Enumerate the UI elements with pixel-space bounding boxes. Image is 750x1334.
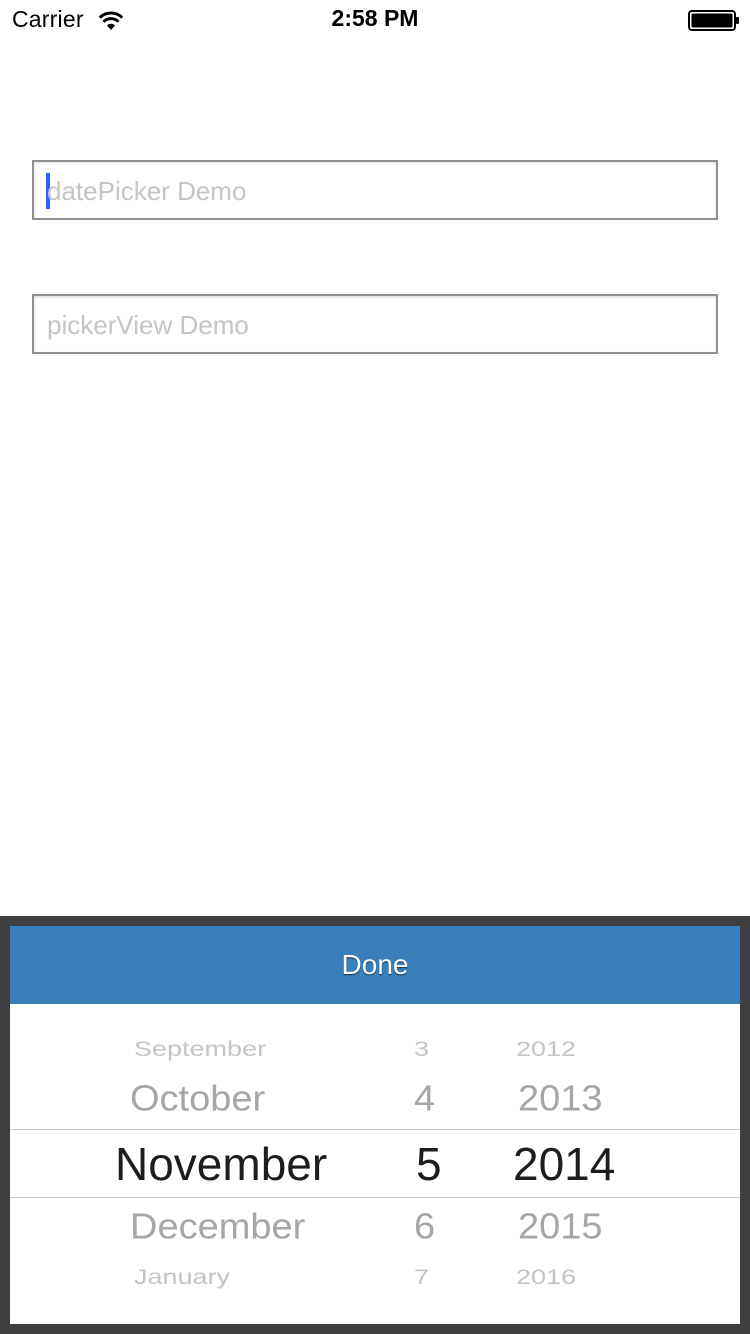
year-row[interactable]: 2012 [516,1037,576,1061]
month-row[interactable]: January [134,1265,230,1289]
year-wheel[interactable]: 2012 2013 2014 2015 2016 [490,1004,650,1324]
month-row-selected[interactable]: November [115,1137,327,1191]
month-wheel[interactable]: September October November December Janu… [10,1004,390,1324]
done-button[interactable]: Done [10,926,740,1004]
day-row[interactable]: 6 [414,1207,435,1247]
year-row-selected[interactable]: 2014 [513,1137,615,1191]
date-picker-panel: Done September October November December… [0,916,750,1334]
status-time: 2:58 PM [331,5,419,31]
day-row[interactable]: 7 [414,1265,429,1289]
day-row-selected[interactable]: 5 [416,1137,442,1191]
year-row[interactable]: 2016 [516,1265,576,1289]
month-row[interactable]: September [134,1037,266,1061]
day-wheel[interactable]: 3 4 5 6 7 [390,1004,460,1324]
date-picker-wheels[interactable]: September October November December Janu… [10,1004,740,1324]
month-row[interactable]: December [130,1207,305,1247]
battery-icon [688,10,739,31]
picker-view-placeholder: pickerView Demo [47,310,249,340]
year-row[interactable]: 2013 [518,1079,603,1119]
date-picker-placeholder: datePicker Demo [47,176,247,206]
picker-toolbar: Done [10,926,740,1004]
date-picker-field[interactable]: datePicker Demo [32,160,718,220]
year-row[interactable]: 2015 [518,1207,603,1247]
day-row[interactable]: 3 [414,1037,429,1061]
status-bar: Carrier 2:58 PM [0,0,750,40]
picker-view-field[interactable]: pickerView Demo [32,294,718,354]
month-row[interactable]: October [130,1079,265,1119]
day-row[interactable]: 4 [414,1079,435,1119]
